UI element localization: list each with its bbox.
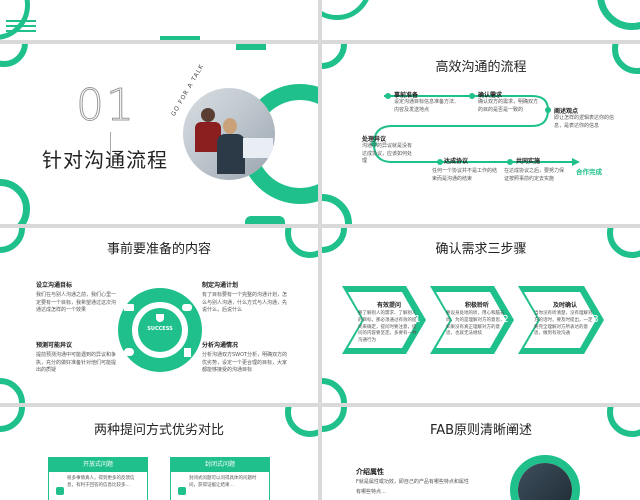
slide-title: FAB原则清晰阐述 — [429, 423, 533, 438]
mail-icon — [124, 304, 134, 311]
step-5: 达成协议 任何一个协议并不是工作的结束而是沟通的结束 — [432, 158, 498, 182]
confirm-step-3: 及时确认 当你没有听清楚，没有理解对方的话时，要及时提出，一定要完全理解对方所表… — [534, 302, 593, 337]
deco-bar — [245, 216, 285, 224]
prep-item-1: 设立沟通目标 我们在与别人沟通之前，我们心里一定要有一个目标，我希望通过这次沟通… — [36, 282, 117, 313]
attr-desc: F就是属性或功效，即自己的产品有哪些特点和属性 — [356, 479, 469, 485]
deco-ring — [322, 0, 372, 20]
prep-item-2: 制定沟通计划 有了目标要有一个完整的沟通计划，怎么与别人沟通，什么方式与人沟通，… — [202, 282, 288, 313]
deco-ring — [0, 378, 25, 403]
attr-desc-2: 有哪些特点... — [356, 489, 386, 495]
slide-thumb-5[interactable]: 确认需求三步骤 01 02 03 有效提问 要了解别人的需求、了解别人的目标，那… — [322, 228, 640, 403]
success-diagram: SUCCESS — [118, 288, 202, 372]
meeting-photo — [183, 88, 275, 180]
end-label: 合作完成 — [576, 168, 602, 176]
prep-item-4: 分析沟通情况 分析沟通双方SWOT分析，明确双方的优劣势，设定一个更合理的目标，… — [202, 342, 288, 373]
slide-thumb-2[interactable]: 01 针对沟通流程 GO FOR A TALK — [0, 44, 318, 224]
slide-title: 两种提问方式优劣对比 — [93, 423, 224, 438]
step-6: 共同实施 在达成协议之后，要努力保证按照事前约定去实施 — [504, 158, 565, 182]
confirm-step-1: 有效提问 要了解别人的需求、了解别人的目标，那必须通过有效的提问来确定，提问时要… — [358, 302, 417, 343]
deco-ring — [597, 0, 640, 30]
slide-thumb-4[interactable]: 事前要准备的内容 SUCCESS 设立沟通目标 我们在与别人沟通之前，我们心里一… — [0, 228, 318, 403]
deco-stripe — [6, 30, 36, 32]
attr-title: 介绍属性 — [356, 468, 384, 476]
step-3: 阐述观点 即让怎样的逻辑表达你的信息，是表达你的信息 — [554, 108, 615, 129]
slide-thumb-7[interactable]: FAB原则清晰阐述 介绍属性 F就是属性或功效，即自己的产品有哪些特点和属性 有… — [322, 407, 640, 500]
step-1: 事前准备 设定沟通目标信息准备方法、内容及发送地点 — [394, 92, 460, 113]
slide-thumb-6[interactable]: 两种提问方式优劣对比 开放式问题 很多事情真人，得到更多的反馈信息，有利于回答的… — [0, 407, 318, 500]
deco-ring — [0, 44, 28, 67]
slide-thumb-1b[interactable] — [322, 0, 640, 40]
deco-stripe — [6, 20, 36, 22]
doc-icon — [184, 348, 191, 357]
deco-bar — [236, 44, 266, 50]
step-2: 确认需求 确认双方的需求，明确双方的目的是否是一致的 — [478, 92, 539, 113]
closed-question-label: 封闭式问题 — [171, 458, 269, 472]
step-4: 处理异议 沟通中的异议就是没有达成协议，应该如何处理 — [362, 136, 413, 164]
trophy-icon — [156, 314, 164, 322]
deco-ring — [0, 179, 30, 224]
deco-bar — [160, 36, 200, 40]
chat-icon — [124, 348, 134, 356]
slide-thumb-1[interactable] — [0, 0, 318, 40]
handshake-icon — [182, 304, 192, 311]
section-number: 01 — [76, 80, 136, 132]
slide-title: 事前要准备的内容 — [106, 242, 211, 257]
deco-stripe — [6, 25, 36, 27]
success-label: SUCCESS — [147, 326, 173, 332]
open-question-label: 开放式问题 — [49, 458, 147, 472]
thumbs-up-icon — [56, 487, 64, 495]
thumbs-up-icon — [178, 487, 186, 495]
prep-item-3: 预测可能异议 提前预测沟通中可能遇到的异议和争执，充分的做好准备针对他们可能提出… — [36, 342, 117, 373]
confirm-step-2: 积极聆听 要设身处地的听，用心和脑去听，为的是理解对方的意思，如果没有真正理解对… — [446, 302, 505, 337]
slide-thumb-3[interactable]: 高效沟通的流程 事前准备 设定沟通目标信息准备方法、内容及发送地点 确认需求 确… — [322, 44, 640, 224]
section-title: 针对沟通流程 — [42, 148, 168, 172]
title-underline — [110, 132, 111, 168]
